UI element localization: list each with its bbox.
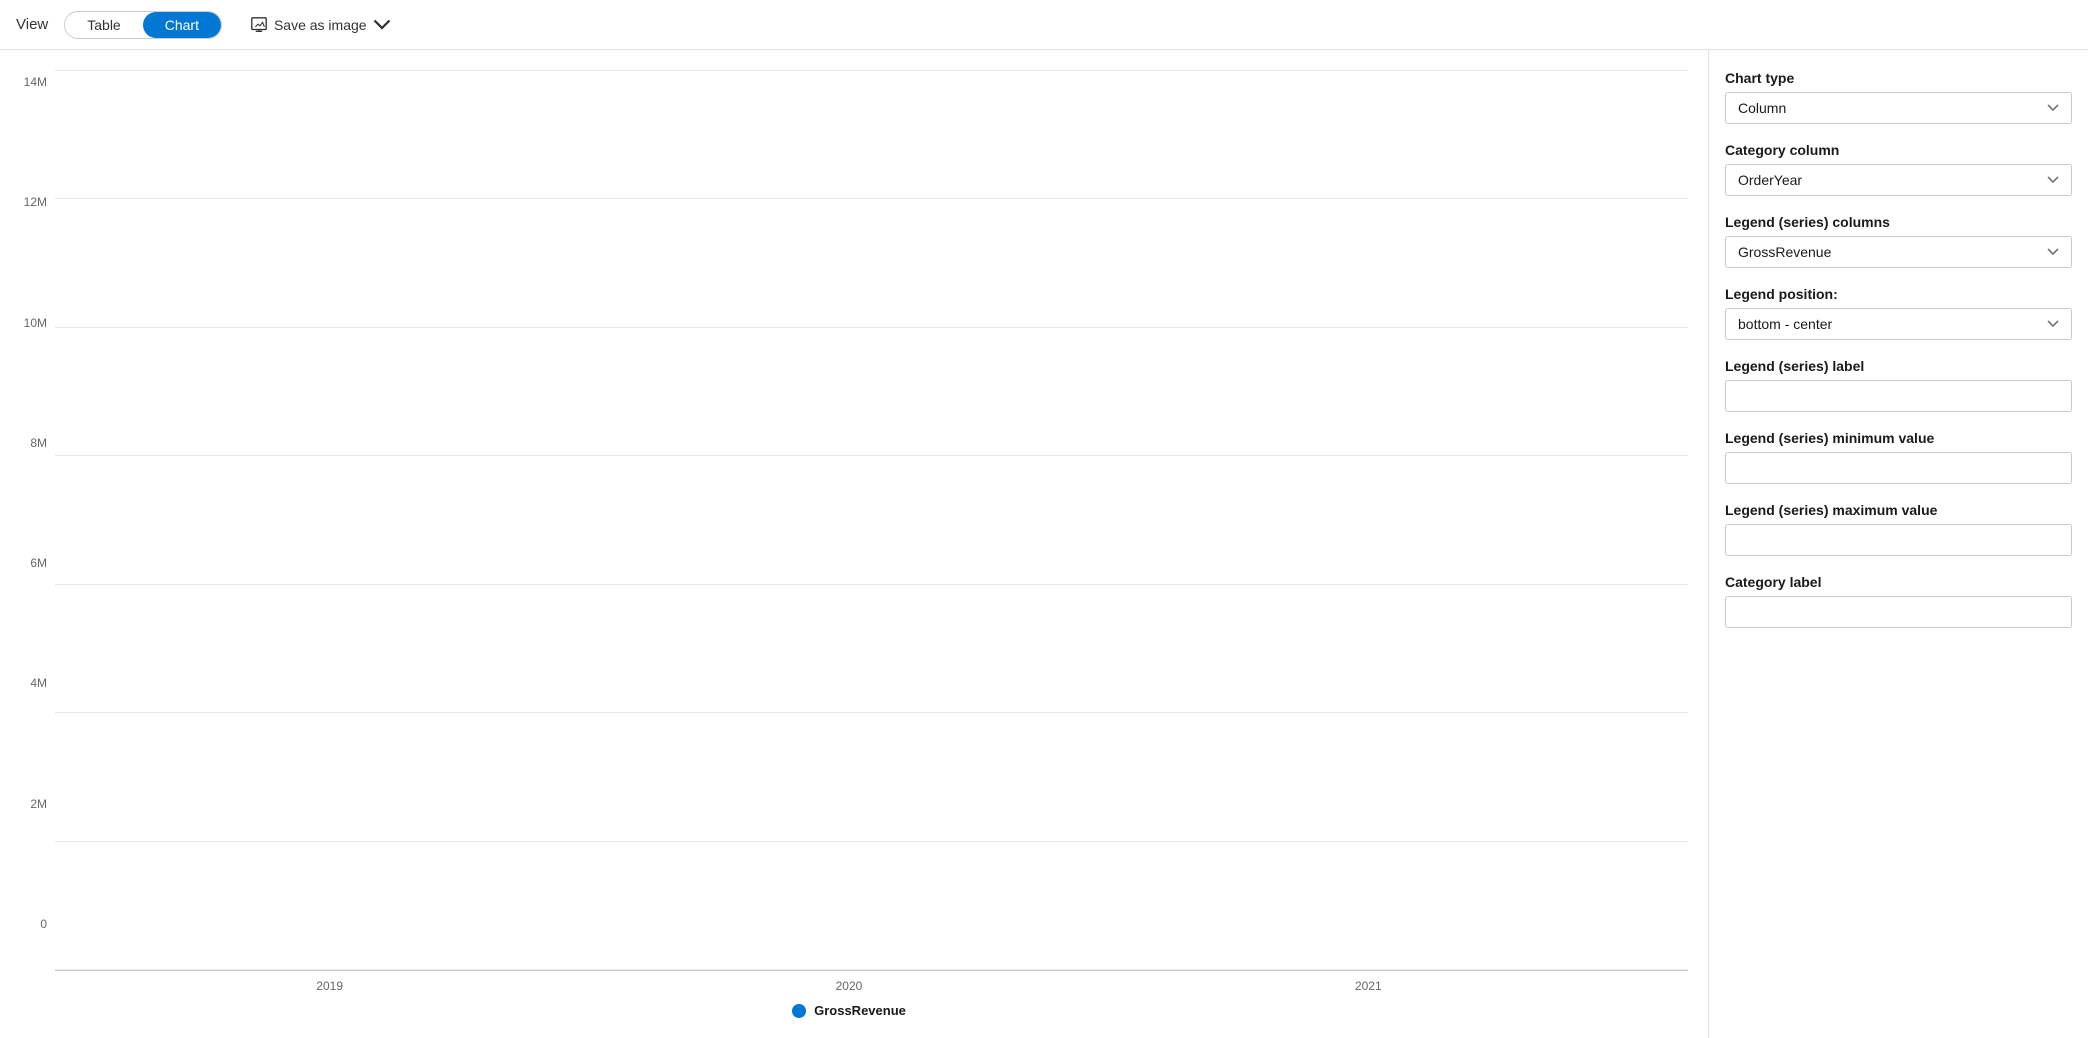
category-label-input[interactable] bbox=[1725, 596, 2072, 628]
save-image-label: Save as image bbox=[274, 17, 367, 33]
legend-position-dropdown[interactable]: bottom - center bottom - left bottom - r… bbox=[1725, 308, 2072, 340]
y-axis: 0 2M 4M 6M 8M 10M 12M 14M bbox=[10, 70, 55, 971]
tab-table[interactable]: Table bbox=[65, 12, 142, 38]
legend-position-label: Legend position: bbox=[1725, 286, 2072, 302]
legend-series-columns-label: Legend (series) columns bbox=[1725, 214, 2072, 230]
right-panel: Chart type Column Bar Line Pie Area Cate… bbox=[1708, 50, 2088, 1038]
save-as-image-button[interactable]: Save as image bbox=[250, 16, 391, 34]
x-label-2019: 2019 bbox=[270, 979, 390, 993]
y-label-4m: 4M bbox=[10, 676, 55, 690]
legend-series-max-input[interactable] bbox=[1725, 524, 2072, 556]
chart-type-label: Chart type bbox=[1725, 70, 2072, 86]
x-axis: 2019 2020 2021 bbox=[10, 971, 1688, 993]
tab-chart[interactable]: Chart bbox=[143, 12, 221, 38]
category-column-section: Category column OrderYear bbox=[1725, 142, 2072, 196]
legend-series-label-section: Legend (series) label bbox=[1725, 358, 2072, 412]
toolbar: View Table Chart Save as image bbox=[0, 0, 2088, 50]
bars-container bbox=[55, 70, 1688, 970]
save-image-chevron-icon bbox=[373, 16, 391, 34]
main-layout: 0 2M 4M 6M 8M 10M 12M 14M bbox=[0, 50, 2088, 1038]
y-label-6m: 6M bbox=[10, 556, 55, 570]
chart-area: 0 2M 4M 6M 8M 10M 12M 14M bbox=[0, 50, 1708, 1038]
legend-position-section: Legend position: bottom - center bottom … bbox=[1725, 286, 2072, 340]
chart-inner: 0 2M 4M 6M 8M 10M 12M 14M bbox=[10, 70, 1688, 971]
y-label-14m: 14M bbox=[10, 75, 55, 89]
y-label-2m: 2M bbox=[10, 797, 55, 811]
category-label-label: Category label bbox=[1725, 574, 2072, 590]
legend-series-label-label: Legend (series) label bbox=[1725, 358, 2072, 374]
view-tab-group: Table Chart bbox=[64, 11, 222, 39]
legend-series-label-input[interactable] bbox=[1725, 380, 2072, 412]
plot-area bbox=[55, 70, 1688, 971]
legend-series-min-section: Legend (series) minimum value bbox=[1725, 430, 2072, 484]
legend-series-min-label: Legend (series) minimum value bbox=[1725, 430, 2072, 446]
category-column-label: Category column bbox=[1725, 142, 2072, 158]
category-column-dropdown[interactable]: OrderYear bbox=[1725, 164, 2072, 196]
y-label-0: 0 bbox=[10, 917, 55, 931]
chart-type-section: Chart type Column Bar Line Pie Area bbox=[1725, 70, 2072, 124]
legend-series-min-input[interactable] bbox=[1725, 452, 2072, 484]
legend-series-columns-section: Legend (series) columns GrossRevenue bbox=[1725, 214, 2072, 268]
chart-type-dropdown[interactable]: Column Bar Line Pie Area bbox=[1725, 92, 2072, 124]
category-label-section: Category label bbox=[1725, 574, 2072, 628]
x-label-2021: 2021 bbox=[1308, 979, 1428, 993]
chart-legend: GrossRevenue bbox=[10, 1003, 1688, 1018]
legend-label: GrossRevenue bbox=[814, 1003, 906, 1018]
view-label: View bbox=[16, 16, 48, 33]
legend-series-max-section: Legend (series) maximum value bbox=[1725, 502, 2072, 556]
save-image-icon bbox=[250, 16, 268, 34]
legend-dot bbox=[792, 1004, 806, 1018]
legend-series-max-label: Legend (series) maximum value bbox=[1725, 502, 2072, 518]
x-label-2020: 2020 bbox=[789, 979, 909, 993]
chart-container: 0 2M 4M 6M 8M 10M 12M 14M bbox=[10, 70, 1688, 1018]
y-label-12m: 12M bbox=[10, 195, 55, 209]
y-label-8m: 8M bbox=[10, 436, 55, 450]
y-label-10m: 10M bbox=[10, 316, 55, 330]
legend-series-columns-dropdown[interactable]: GrossRevenue bbox=[1725, 236, 2072, 268]
